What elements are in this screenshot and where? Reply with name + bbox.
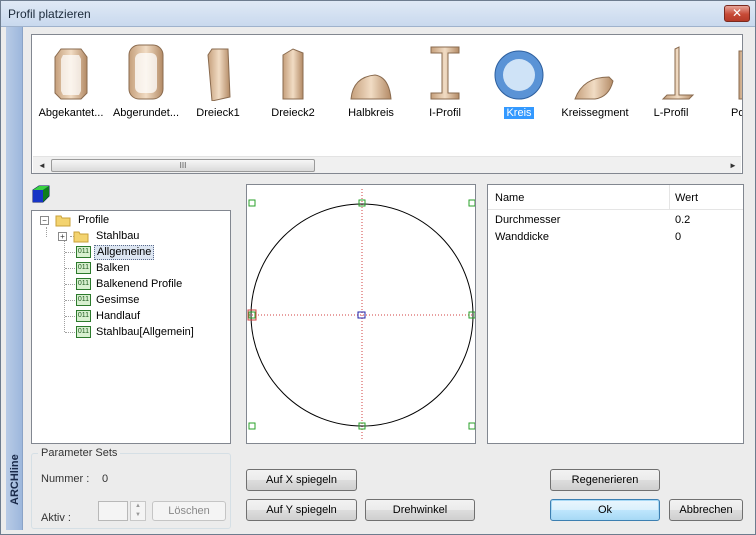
title-bar: Profil platzieren ✕ <box>1 1 755 27</box>
gallery-label: Abgekantet... <box>38 107 104 119</box>
gallery-item-dreieck2[interactable]: Dreieck2 <box>254 41 332 121</box>
profile-leaf-icon: 011 <box>76 294 91 306</box>
tree-label: Balkenend Profile <box>96 278 183 290</box>
tree-label: Handlauf <box>96 310 141 322</box>
parameter-sets-group: Parameter Sets Nummer : 0 Aktiv : ▲ ▼ Lö… <box>31 447 231 529</box>
gallery-label: L-Profil <box>653 107 689 119</box>
properties-table: Name Wert Durchmesser 0.2 Wanddicke 0 <box>487 184 744 444</box>
spin-up-icon[interactable]: ▲ <box>131 502 145 511</box>
rounded-profile-icon <box>128 44 164 100</box>
properties-header: Name Wert <box>488 185 743 210</box>
aktiv-input[interactable] <box>98 501 128 521</box>
gallery-label: Halbkreis <box>348 107 394 119</box>
tree-label: Stahlbau <box>96 230 140 242</box>
mirror-x-button[interactable]: Auf X spiegeln <box>246 469 357 491</box>
profile-leaf-icon: 011 <box>76 278 91 290</box>
property-name: Wanddicke <box>495 231 550 243</box>
gallery-label: Abgerundet... <box>112 107 180 119</box>
property-name: Durchmesser <box>495 214 561 226</box>
beveled-profile-icon <box>54 48 88 100</box>
gallery-scrollbar[interactable]: ◄ III ► <box>33 156 741 173</box>
profile-leaf-icon: 011 <box>76 262 91 274</box>
halfcircle-profile-icon <box>350 74 392 100</box>
gallery-item-pol[interactable]: Pol <box>700 41 742 121</box>
gallery-item-kreis[interactable]: Kreis <box>480 41 558 121</box>
i-beam-profile-icon <box>430 46 460 100</box>
tree-label: Stahlbau[Allgemein] <box>96 326 194 338</box>
gallery-item-abgerundet[interactable]: Abgerundet... <box>107 41 185 121</box>
ok-button[interactable]: Ok <box>550 499 660 521</box>
profile-gallery: Abgekantet... Abgerundet... Dreieck1 Dre… <box>31 34 743 174</box>
nummer-label: Nummer : <box>41 473 90 485</box>
profile-leaf-icon: 011 <box>76 310 91 322</box>
scroll-thumb[interactable]: III <box>51 159 315 172</box>
profile-preview <box>246 184 476 444</box>
profile-tree: − Profile + Stahlbau 011 Allgemeine 011 … <box>31 210 231 444</box>
gallery-item-kreissegment[interactable]: Kreissegment <box>556 41 634 121</box>
folder-icon <box>55 215 71 227</box>
profile-placement-dialog: Profil platzieren ✕ ARCHline Abgekantet.… <box>0 0 756 535</box>
aktiv-label: Aktiv : <box>41 512 71 524</box>
gallery-label: Dreieck2 <box>271 107 315 119</box>
gallery-item-i-profil[interactable]: I-Profil <box>406 41 484 121</box>
rotation-angle-button[interactable]: Drehwinkel <box>365 499 475 521</box>
circle-profile-icon <box>494 50 544 100</box>
circle-segment-profile-icon <box>574 76 614 100</box>
gallery-label: Dreieck1 <box>196 107 240 119</box>
spin-down-icon[interactable]: ▼ <box>131 511 145 520</box>
triangle2-profile-icon <box>282 48 304 100</box>
close-button[interactable]: ✕ <box>724 5 750 22</box>
profile-leaf-icon: 011 <box>76 326 91 338</box>
gallery-item-dreieck1[interactable]: Dreieck1 <box>179 41 257 121</box>
gallery-label: I-Profil <box>429 107 461 119</box>
cancel-button[interactable]: Abbrechen <box>669 499 743 521</box>
mirror-y-button[interactable]: Auf Y spiegeln <box>246 499 357 521</box>
cube-icon[interactable] <box>31 184 51 204</box>
column-header-name[interactable]: Name <box>495 192 524 204</box>
window-title: Profil platzieren <box>8 7 91 21</box>
gallery-label: Kreis <box>504 107 534 119</box>
nummer-value: 0 <box>102 473 109 485</box>
scroll-left-arrow-icon[interactable]: ◄ <box>36 160 48 171</box>
tree-label: Balken <box>96 262 130 274</box>
gallery-label: Kreissegment <box>561 107 629 119</box>
column-header-value[interactable]: Wert <box>675 192 698 204</box>
parameter-sets-legend: Parameter Sets <box>38 447 121 459</box>
polygon-profile-icon <box>738 50 742 100</box>
tree-label: Gesimse <box>96 294 140 306</box>
collapse-icon[interactable]: − <box>40 216 49 225</box>
expand-icon[interactable]: + <box>58 232 67 241</box>
preview-canvas <box>247 189 476 439</box>
gallery-label: Pol <box>731 107 742 119</box>
gallery-item-abgekantet[interactable]: Abgekantet... <box>32 41 110 121</box>
scroll-right-arrow-icon[interactable]: ► <box>727 160 739 171</box>
tree-label: Profile <box>78 214 110 226</box>
tree-label: Allgemeine <box>94 245 155 260</box>
brand-label: ARCHline <box>9 454 21 505</box>
delete-button[interactable]: Löschen <box>152 501 226 521</box>
aktiv-spinner[interactable]: ▲ ▼ <box>130 501 146 521</box>
l-profile-icon <box>661 46 695 100</box>
regenerate-button[interactable]: Regenerieren <box>550 469 660 491</box>
folder-icon <box>73 231 89 243</box>
brand-strip: ARCHline <box>6 27 23 530</box>
gallery-item-l-profil[interactable]: L-Profil <box>632 41 710 121</box>
profile-leaf-icon: 011 <box>76 246 91 258</box>
property-value[interactable]: 0.2 <box>675 214 690 226</box>
triangle1-profile-icon <box>207 48 231 101</box>
gallery-item-halbkreis[interactable]: Halbkreis <box>332 41 410 121</box>
property-value[interactable]: 0 <box>675 231 681 243</box>
